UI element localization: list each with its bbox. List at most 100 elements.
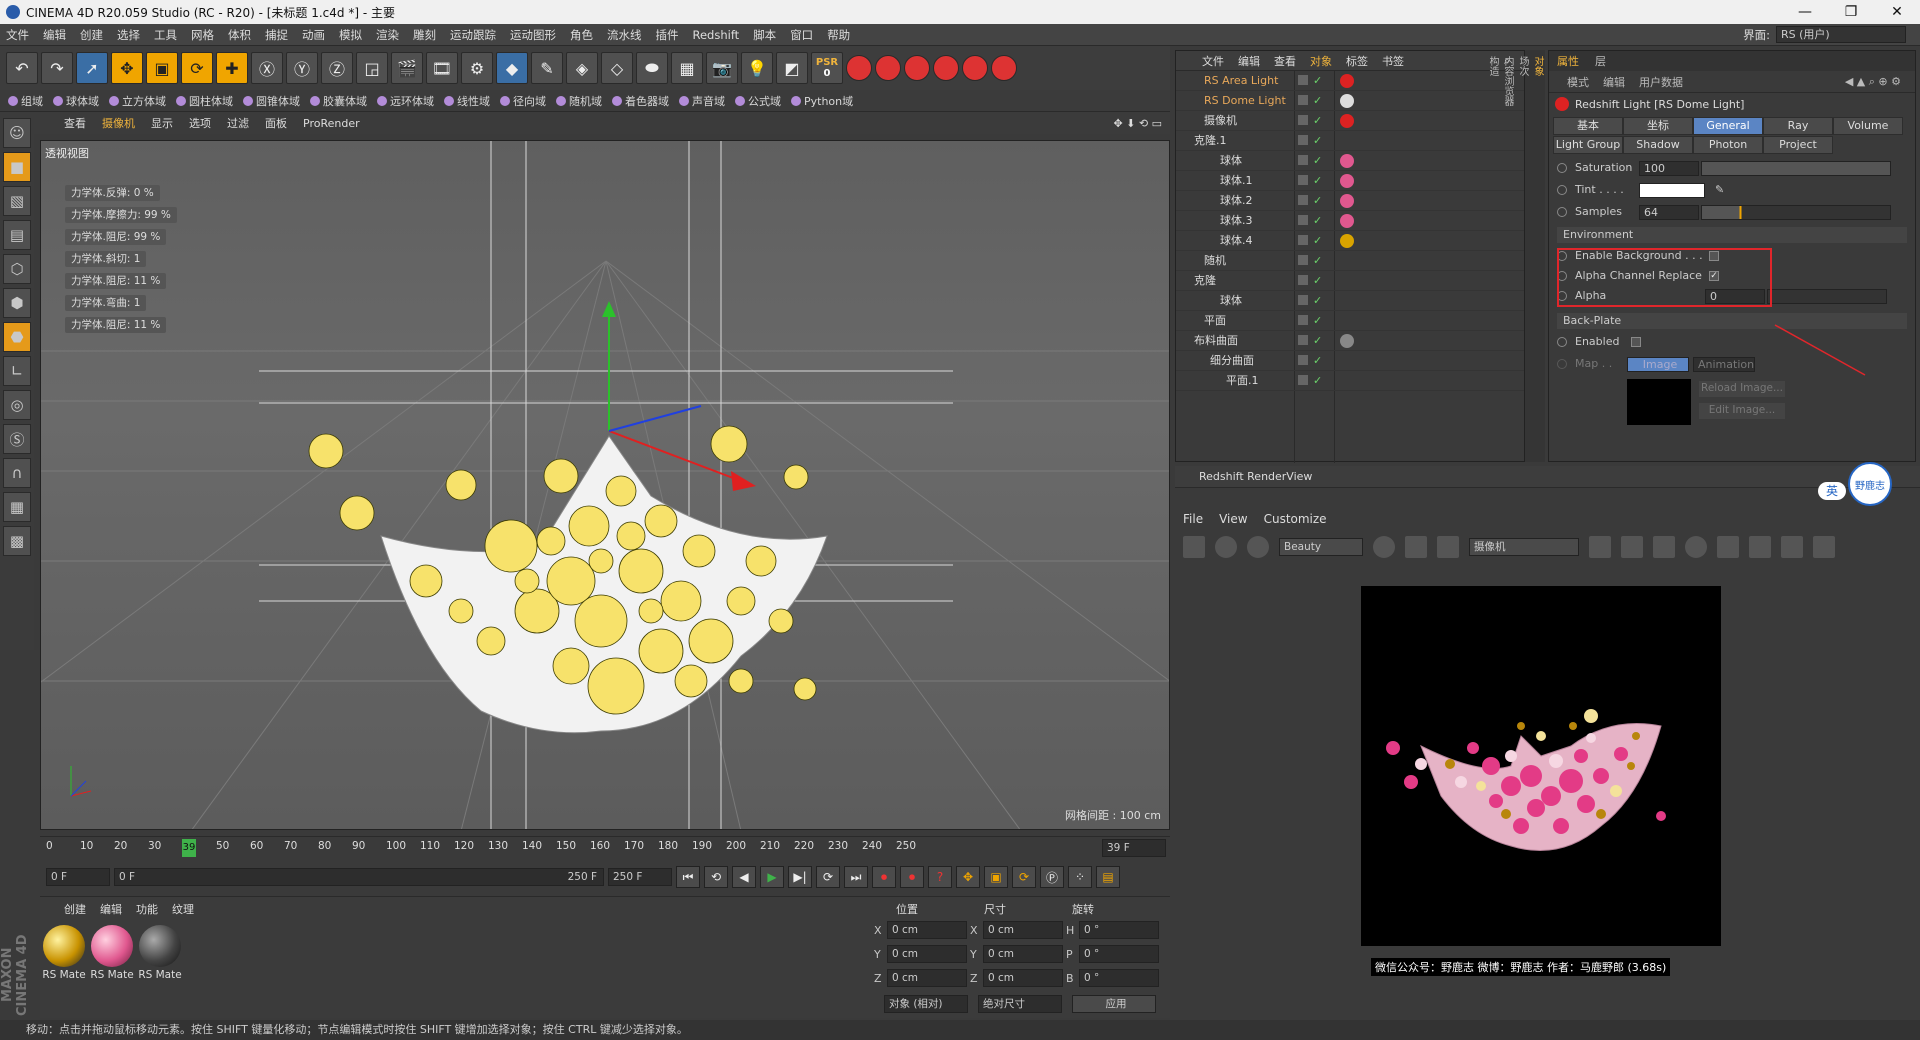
object-tag-icon[interactable] xyxy=(1340,114,1354,128)
tab-volume[interactable]: Volume xyxy=(1833,117,1903,135)
object-row[interactable]: 球体.1 ✓ xyxy=(1176,171,1524,191)
copy-icon[interactable] xyxy=(1813,536,1835,558)
next-frame-icon[interactable]: ▶| xyxy=(788,866,812,888)
material-menu-edit[interactable]: 编辑 xyxy=(100,901,122,917)
menu-mesh[interactable]: 网格 xyxy=(191,27,214,43)
menu-create[interactable]: 创建 xyxy=(80,27,103,43)
enable-check-icon[interactable]: ✓ xyxy=(1313,371,1322,391)
y-axis-icon[interactable]: Ⓨ xyxy=(286,52,318,84)
viewport-menu-display[interactable]: 显示 xyxy=(151,115,173,131)
refresh-icon[interactable] xyxy=(1247,536,1269,558)
menu-tools[interactable]: 工具 xyxy=(154,27,177,43)
polygons-mode-icon[interactable]: ⬣ xyxy=(3,322,31,352)
object-row[interactable]: RS Dome Light ✓ xyxy=(1176,91,1524,111)
camera-icon[interactable]: 📷 xyxy=(706,52,738,84)
object-name[interactable]: 克隆.1 xyxy=(1194,131,1227,151)
visibility-toggle-icon[interactable] xyxy=(1298,315,1308,325)
tab-basic[interactable]: 基本 xyxy=(1553,117,1623,135)
menu-redshift[interactable]: Redshift xyxy=(693,28,740,42)
visibility-toggle-icon[interactable] xyxy=(1298,155,1308,165)
undo-icon[interactable]: ↶ xyxy=(6,52,38,84)
tab-layers[interactable]: 层 xyxy=(1587,53,1614,69)
coord-value-field[interactable]: 0 ° xyxy=(1079,921,1159,939)
solo-icon[interactable]: Ⓢ xyxy=(3,424,31,454)
image-tab[interactable]: Image xyxy=(1627,356,1689,372)
field-random[interactable]: 随机域 xyxy=(556,93,602,109)
object-name[interactable]: 平面 xyxy=(1204,311,1226,331)
attr-menu-edit[interactable]: 编辑 xyxy=(1603,74,1625,90)
object-name[interactable]: 球体.3 xyxy=(1220,211,1253,231)
workplane-icon[interactable]: ▤ xyxy=(3,220,31,250)
points-mode-icon[interactable]: ⬡ xyxy=(3,254,31,284)
object-row[interactable]: 球体.4 ✓ xyxy=(1176,231,1524,251)
redshift-env-icon[interactable] xyxy=(904,55,930,81)
perspective-viewport[interactable]: 透视视图 力学体.反弹: 0 % 力学体.摩擦力: 99 % 力学体.阻尼: 9… xyxy=(40,140,1170,830)
field-sound[interactable]: 声音域 xyxy=(679,93,725,109)
animation-tab[interactable]: Animation xyxy=(1693,356,1755,372)
reload-image-button[interactable]: Reload Image... xyxy=(1699,381,1785,397)
start-frame-field[interactable]: 0 F xyxy=(46,868,110,886)
enable-check-icon[interactable]: ✓ xyxy=(1313,211,1322,231)
menu-snap[interactable]: 捕捉 xyxy=(265,27,288,43)
visibility-toggle-icon[interactable] xyxy=(1298,375,1308,385)
key-position-icon[interactable]: ✥ xyxy=(956,866,980,888)
array-icon[interactable]: ◇ xyxy=(601,52,633,84)
edit-image-button[interactable]: Edit Image... xyxy=(1699,403,1785,419)
field-cylinder[interactable]: 圆柱体域 xyxy=(176,93,233,109)
current-frame-field[interactable]: 39 F xyxy=(1102,839,1166,857)
interface-select[interactable]: RS (用户) xyxy=(1776,26,1906,43)
object-tag-icon[interactable] xyxy=(1340,174,1354,188)
menu-volume[interactable]: 体积 xyxy=(228,27,251,43)
rv-menu-customize[interactable]: Customize xyxy=(1264,512,1327,526)
subdivision-icon[interactable]: ◈ xyxy=(566,52,598,84)
frame-range-slider[interactable]: 0 F 250 F xyxy=(114,868,604,886)
object-name[interactable]: 平面.1 xyxy=(1226,371,1259,391)
menu-motion-tracking[interactable]: 运动跟踪 xyxy=(450,27,496,43)
tab-general[interactable]: General xyxy=(1693,117,1763,135)
record-key-icon[interactable]: ⏺ xyxy=(872,866,896,888)
rv-menu-view[interactable]: View xyxy=(1219,512,1247,526)
autokey-icon[interactable]: ⏺ xyxy=(900,866,924,888)
object-row[interactable]: 细分曲面 ✓ xyxy=(1176,351,1524,371)
eyedropper-icon[interactable]: ✎ xyxy=(1715,181,1724,199)
obj-menu-bookmarks[interactable]: 书签 xyxy=(1382,53,1404,69)
prev-key-icon[interactable]: ⟲ xyxy=(704,866,728,888)
snap-icon[interactable]: ∩ xyxy=(3,458,31,488)
light-icon[interactable]: 💡 xyxy=(741,52,773,84)
menu-select[interactable]: 选择 xyxy=(117,27,140,43)
play-render-icon[interactable] xyxy=(1215,536,1237,558)
menu-edit[interactable]: 编辑 xyxy=(43,27,66,43)
deformer-icon[interactable]: ⬬ xyxy=(636,52,668,84)
move-tool-icon[interactable]: ✥ xyxy=(111,52,143,84)
picture-viewer-icon[interactable] xyxy=(1781,536,1803,558)
key-param-icon[interactable]: Ⓟ xyxy=(1040,866,1064,888)
enable-check-icon[interactable]: ✓ xyxy=(1313,291,1322,311)
object-name[interactable]: 球体.2 xyxy=(1220,191,1253,211)
coord-value-field[interactable]: 0 ° xyxy=(1079,945,1159,963)
menu-help[interactable]: 帮助 xyxy=(827,27,850,43)
object-row[interactable]: 克隆 ✓ xyxy=(1176,271,1524,291)
redshift-material-icon[interactable] xyxy=(991,55,1017,81)
visibility-toggle-icon[interactable] xyxy=(1298,115,1308,125)
material-menu-create[interactable]: 创建 xyxy=(64,901,86,917)
viewport-menu-panel[interactable]: 面板 xyxy=(265,115,287,131)
tab-shadow[interactable]: Shadow xyxy=(1623,136,1693,154)
redo-icon[interactable]: ↷ xyxy=(41,52,73,84)
anim-radio-icon[interactable] xyxy=(1557,207,1567,217)
visibility-toggle-icon[interactable] xyxy=(1298,175,1308,185)
visibility-toggle-icon[interactable] xyxy=(1298,255,1308,265)
enable-check-icon[interactable]: ✓ xyxy=(1313,271,1322,291)
material-dark[interactable]: RS Mate xyxy=(138,925,182,981)
object-name[interactable]: 细分曲面 xyxy=(1210,351,1254,371)
key-scale-icon[interactable]: ▣ xyxy=(984,866,1008,888)
rotate-tool-icon[interactable]: ⟳ xyxy=(181,52,213,84)
add-snapshot-icon[interactable] xyxy=(1749,536,1771,558)
aov-select[interactable]: Beauty xyxy=(1279,538,1363,556)
render-settings-icon[interactable]: ⚙ xyxy=(461,52,493,84)
timeline-window-icon[interactable]: ▤ xyxy=(1096,866,1120,888)
visibility-toggle-icon[interactable] xyxy=(1298,275,1308,285)
clapper-icon[interactable] xyxy=(1183,536,1205,558)
restore-icon[interactable]: ❐ xyxy=(1828,4,1874,20)
material-menu-texture[interactable]: 纹理 xyxy=(172,901,194,917)
enable-check-icon[interactable]: ✓ xyxy=(1313,171,1322,191)
